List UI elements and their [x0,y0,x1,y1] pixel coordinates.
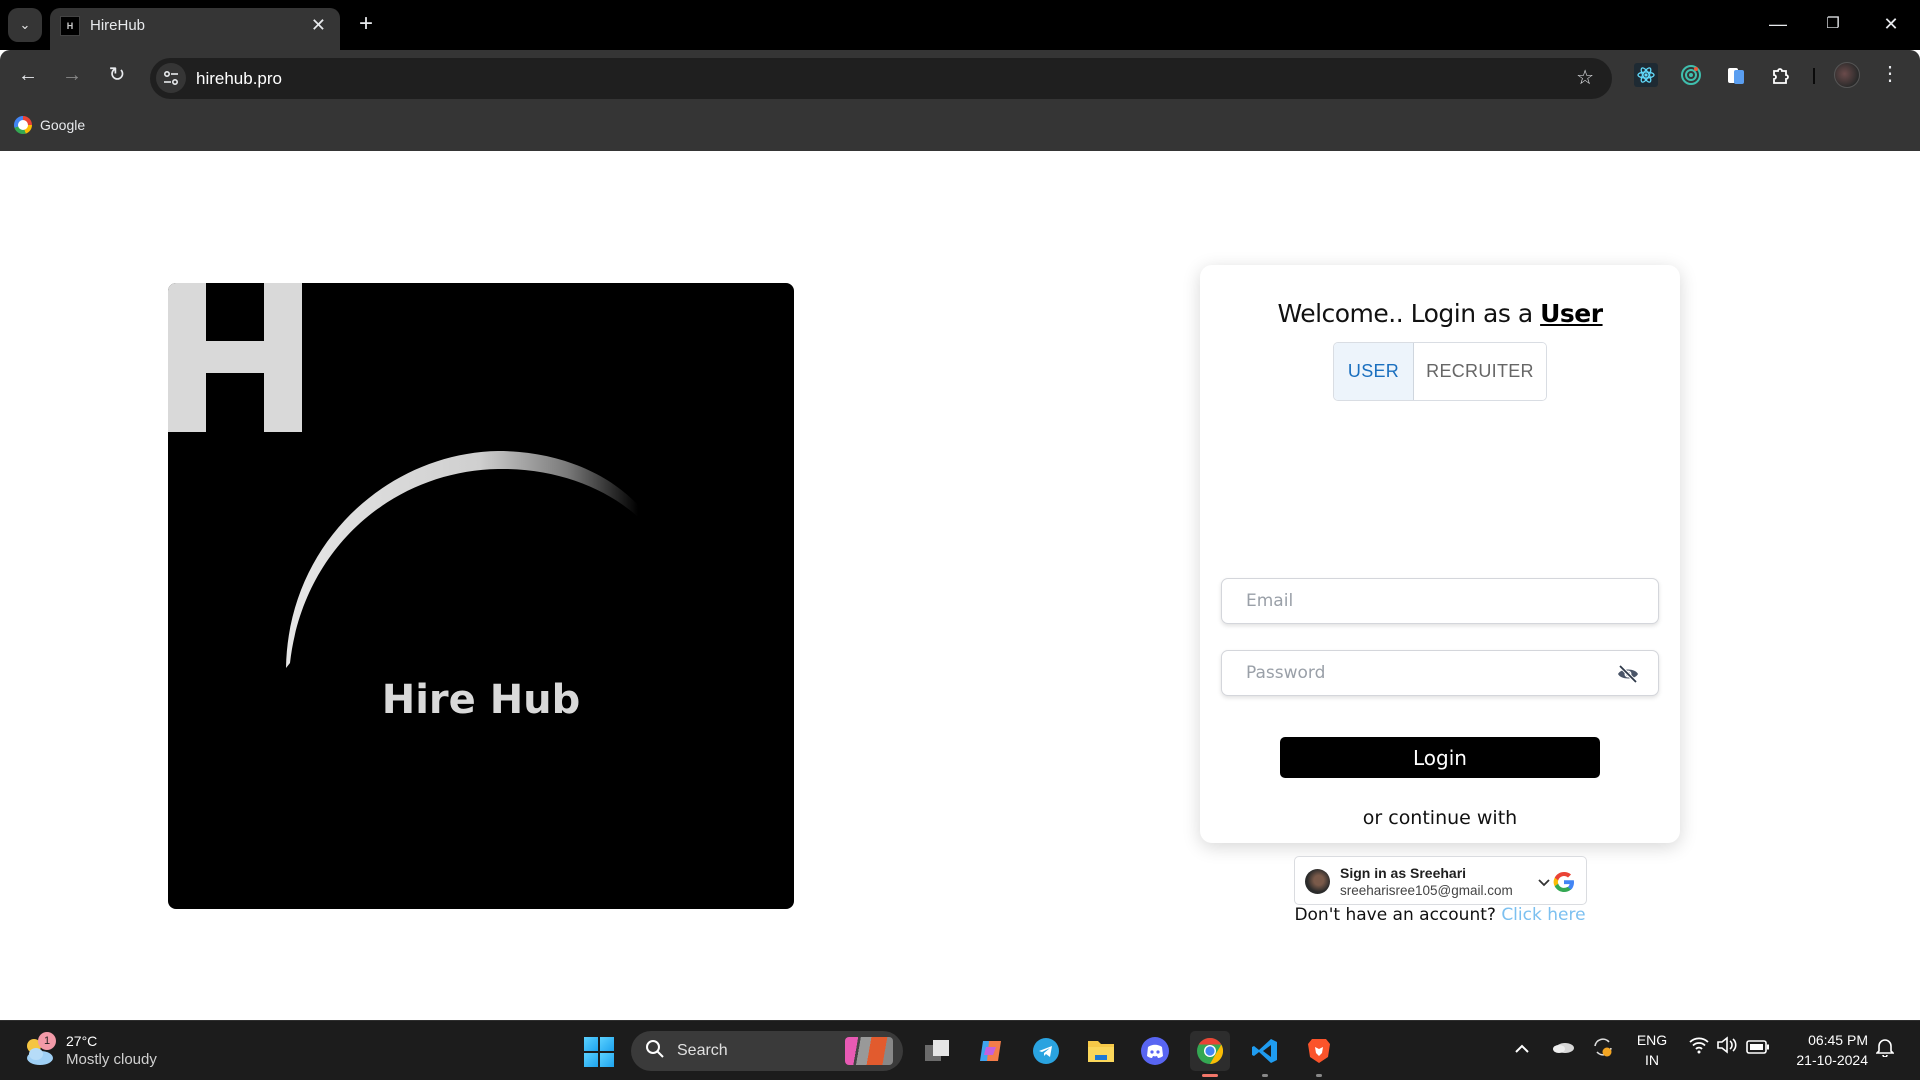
brave-icon[interactable] [1299,1031,1339,1077]
start-button[interactable] [584,1037,614,1067]
extensions-puzzle-icon[interactable] [1769,63,1793,87]
signup-prompt-text: Don't have an account? [1294,905,1502,925]
role-user-button[interactable]: USER [1334,343,1414,400]
role-recruiter-button[interactable]: RECRUITER [1414,343,1546,400]
hirehub-favicon-icon: H [60,16,80,36]
tab-title: HireHub [90,17,146,34]
tab-hirehub[interactable]: H HireHub ✕ [50,8,340,50]
search-icon [645,1039,665,1064]
reload-icon: ↻ [108,64,126,86]
google-account-avatar [1305,869,1330,894]
extension-files-icon[interactable] [1724,63,1748,87]
file-explorer-icon[interactable] [1081,1031,1121,1071]
login-heading: Welcome.. Login as a User [1200,299,1680,328]
bookmark-google[interactable]: Google [14,114,85,136]
role-toggle-group: USER RECRUITER [1333,342,1547,401]
signup-prompt: Don't have an account? Click here [1200,905,1680,925]
login-card: Welcome.. Login as a User USER RECRUITER… [1200,265,1680,925]
chevron-down-icon: ⌄ [19,17,31,32]
tab-strip: ⌄ H HireHub ✕ + — ❐ ✕ [0,0,1920,50]
tab-search-button[interactable]: ⌄ [8,8,42,42]
bookmarks-bar: Google [0,100,1920,151]
password-input[interactable] [1246,651,1606,695]
arrow-left-icon: ← [18,64,38,86]
password-field[interactable] [1221,650,1659,696]
search-label: Search [677,1042,728,1059]
close-window-button[interactable]: ✕ [1871,10,1911,38]
chevron-down-icon [1538,879,1550,887]
google-logo-icon [1553,872,1574,892]
region-code: IN [1645,1052,1659,1068]
weather-description: Mostly cloudy [66,1051,157,1068]
copilot-icon[interactable] [971,1031,1011,1071]
logo-text: Hire Hub [381,677,581,723]
google-icon [14,116,32,134]
sync-icon[interactable] [1590,1035,1616,1070]
weather-cloud-icon: 1 [22,1032,56,1068]
running-indicator [1262,1074,1268,1077]
toolbar-divider [1813,68,1815,84]
language-code: ENG [1636,1032,1668,1048]
tune-icon [163,70,179,86]
clock[interactable]: 06:45 PM 21-10-2024 [1780,1030,1868,1070]
email-field[interactable] [1221,578,1659,624]
site-info-button[interactable] [156,63,186,93]
clock-date: 21-10-2024 [1796,1052,1868,1068]
clock-time: 06:45 PM [1808,1032,1868,1048]
vscode-icon[interactable] [1245,1031,1285,1077]
logo-h-letter [168,283,302,432]
browser-toolbar: ← → ↻ hirehub.pro ☆ ⋮ [0,50,1920,100]
task-view-icon[interactable] [917,1031,957,1071]
restore-button[interactable]: ❐ [1813,10,1853,38]
arrow-right-icon: → [62,64,82,86]
heading-prefix: Welcome.. Login as a [1277,299,1541,328]
wifi-icon[interactable] [1686,1035,1712,1065]
browser-menu-icon[interactable]: ⋮ [1880,60,1900,88]
telegram-icon[interactable] [1026,1031,1066,1071]
bookmark-star-icon[interactable]: ☆ [1576,66,1594,90]
profile-avatar[interactable] [1834,62,1860,88]
notification-bell-icon[interactable] [1875,1037,1895,1062]
battery-icon[interactable] [1744,1035,1772,1065]
back-button[interactable]: ← [12,59,44,91]
new-tab-button[interactable]: + [352,10,380,38]
weather-temperature: 27°C [66,1033,98,1049]
running-indicator [1316,1074,1322,1077]
bookmark-label: Google [40,117,86,133]
weather-widget[interactable]: 1 27°C Mostly cloudy [22,1029,157,1073]
eye-off-icon[interactable] [1616,662,1640,686]
email-input[interactable] [1246,579,1606,623]
page-content: Hire Hub Welcome.. Login as a User USER … [0,151,1920,1020]
reload-button[interactable]: ↻ [101,59,133,91]
tab-close-icon[interactable]: ✕ [311,14,326,36]
tray-overflow-icon[interactable] [1512,1035,1532,1065]
search-highlight-image [845,1037,893,1065]
volume-icon[interactable] [1714,1035,1740,1065]
chrome-taskbar-icon[interactable] [1190,1031,1230,1077]
address-bar[interactable]: hirehub.pro ☆ [150,58,1612,99]
taskbar-search[interactable]: Search [631,1031,903,1071]
url-text[interactable]: hirehub.pro [196,68,282,89]
google-signin-title: Sign in as Sreehari [1340,865,1467,881]
minimize-button[interactable]: — [1758,10,1798,38]
signup-link[interactable]: Click here [1501,905,1585,925]
or-continue-text: or continue with [1362,807,1518,829]
onedrive-icon[interactable] [1550,1035,1576,1065]
language-indicator[interactable]: ENG IN [1632,1030,1672,1070]
heading-role: User [1540,299,1603,328]
react-devtools-icon[interactable] [1634,63,1658,87]
login-button[interactable]: Login [1280,737,1600,778]
forward-button[interactable]: → [56,59,88,91]
active-indicator [1202,1074,1218,1077]
windows-taskbar: 1 27°C Mostly cloudy Search ENG IN 06:45… [0,1020,1920,1080]
discord-icon[interactable] [1135,1031,1175,1071]
google-signin-email: sreeharisree105@gmail.com [1340,883,1513,898]
extension-target-icon[interactable] [1679,63,1703,87]
weather-badge: 1 [38,1032,56,1050]
google-signin-button[interactable]: Sign in as Sreehari sreeharisree105@gmai… [1294,856,1587,905]
hirehub-logo-image: Hire Hub [168,283,794,909]
